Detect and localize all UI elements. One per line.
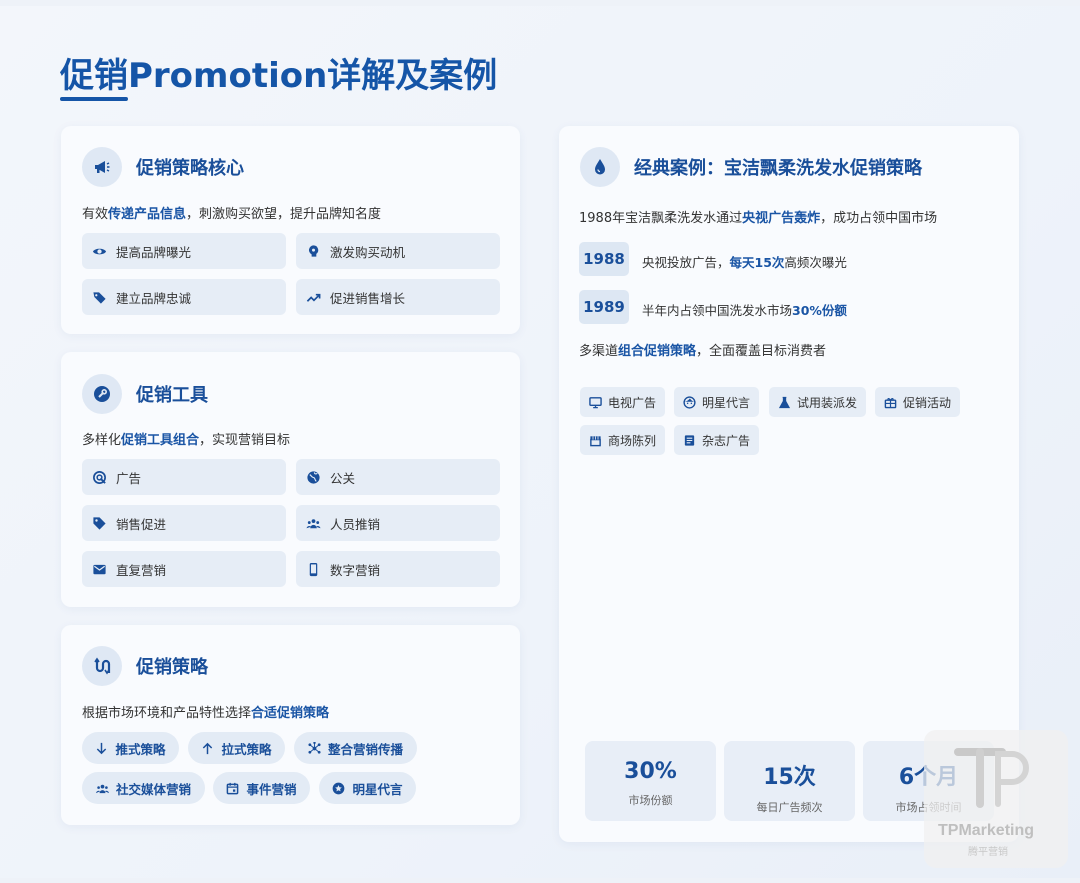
network-icon — [308, 741, 321, 754]
tv-icon — [589, 396, 602, 408]
stat-ad-frequency: 15次 每日广告频次 — [724, 741, 855, 821]
case-channels: 多渠道组合促销策略，全面覆盖目标消费者 — [579, 344, 827, 359]
case-tag-magazine: 杂志广告 — [674, 425, 759, 455]
strategy-pill-imc: 整合营销传播 — [294, 732, 417, 764]
globe-icon — [307, 470, 320, 484]
ad-icon — [93, 470, 106, 484]
tools-desc: 多样化促销工具组合，实现营销目标 — [82, 433, 291, 448]
tool-item-pr: 公关 — [296, 459, 500, 495]
case-title: 经典案例：宝洁飘柔洗发水促销策略 — [634, 158, 922, 179]
tool-item-digital: 数字营销 — [296, 551, 500, 587]
strategy-title: 促销策略 — [136, 657, 208, 678]
core-item-exposure: 提高品牌曝光 — [82, 233, 286, 269]
case-tag-tv: 电视广告 — [580, 387, 665, 417]
tags-icon — [93, 291, 106, 304]
users-icon — [95, 784, 109, 793]
case-intro: 1988年宝洁飘柔洗发水通过央视广告轰炸，成功占领中国市场 — [579, 211, 938, 226]
page-title: 促销Promotion详解及案例 — [60, 56, 498, 96]
core-card: 促销策略核心 有效传递产品信息，刺激购买欲望，提升品牌知名度 提高品牌曝光 激发… — [61, 126, 520, 334]
face-icon — [683, 395, 696, 409]
wrench-icon — [82, 374, 122, 414]
phone-icon — [309, 562, 318, 576]
tools-header: 促销工具 — [82, 374, 208, 414]
stat-value: 30% — [624, 759, 677, 784]
route-icon — [82, 646, 122, 686]
case-tag-display: 商场陈列 — [580, 425, 665, 455]
gift-icon — [884, 397, 897, 408]
core-title: 促销策略核心 — [136, 158, 244, 179]
core-item-growth: 促进销售增长 — [296, 279, 500, 315]
tools-card: 促销工具 多样化促销工具组合，实现营销目标 广告 公关 销售促进 人员推销 直复… — [61, 352, 520, 607]
megaphone-icon — [82, 147, 122, 187]
tp-logo-icon — [954, 748, 1029, 808]
case-header: 经典案例：宝洁飘柔洗发水促销策略 — [580, 147, 922, 187]
tag-icon — [93, 516, 106, 530]
arrow-down-icon — [97, 742, 107, 754]
trend-up-icon — [306, 293, 321, 302]
strategy-card: 促销策略 根据市场环境和产品特性选择合适促销策略 推式策略 拉式策略 整合营销传… — [61, 625, 520, 825]
core-item-loyalty: 建立品牌忠诚 — [82, 279, 286, 315]
title-underline — [60, 97, 128, 101]
mail-icon — [93, 564, 106, 574]
arrow-up-icon — [203, 742, 213, 754]
stat-label: 市场份额 — [628, 794, 673, 807]
stat-market-share: 30% 市场份额 — [585, 741, 716, 821]
tool-item-personal-selling: 人员推销 — [296, 505, 500, 541]
strategy-header: 促销策略 — [82, 646, 208, 686]
store-icon — [590, 435, 601, 446]
magazine-icon — [684, 434, 695, 446]
core-desc: 有效传递产品信息，刺激购买欲望，提升品牌知名度 — [82, 207, 382, 222]
brain-icon — [308, 244, 319, 257]
strategy-pill-push: 推式策略 — [82, 732, 179, 764]
strategy-desc: 根据市场环境和产品特性选择合适促销策略 — [82, 706, 330, 721]
tool-item-sales-promo: 销售促进 — [82, 505, 286, 541]
strategy-pill-social: 社交媒体营销 — [82, 772, 205, 804]
tool-item-ad: 广告 — [82, 459, 286, 495]
droplet-icon — [580, 147, 620, 187]
watermark-logo: TPMarketing 腾平营销 — [924, 730, 1068, 868]
core-item-motivation: 激发购买动机 — [296, 233, 500, 269]
people-icon — [306, 518, 321, 528]
tools-title: 促销工具 — [136, 385, 208, 406]
strategy-pill-pull: 拉式策略 — [188, 732, 285, 764]
watermark-sub: 腾平营销 — [968, 847, 1008, 858]
stat-value: 15次 — [763, 765, 816, 790]
timeline-text-1988: 央视投放广告，每天15次高频次曝光 — [642, 255, 847, 270]
strategy-pill-celebrity: 明星代言 — [319, 772, 416, 804]
watermark-name: TPMarketing — [938, 822, 1035, 839]
eye-icon — [92, 248, 107, 254]
case-tag-promo: 促销活动 — [875, 387, 960, 417]
star-icon — [333, 782, 345, 794]
case-tag-celebrity: 明星代言 — [674, 387, 759, 417]
case-tag-samples: 试用装派发 — [769, 387, 866, 417]
stat-label: 每日广告频次 — [756, 801, 823, 814]
timeline-text-1989: 半年内占领中国洗发水市场30%份额 — [642, 303, 847, 318]
flask-icon — [778, 396, 791, 408]
timeline-year-1988: 1988 — [579, 242, 629, 276]
core-header: 促销策略核心 — [82, 147, 244, 187]
tool-item-direct: 直复营销 — [82, 551, 286, 587]
strategy-pill-event: 事件营销 — [213, 772, 310, 804]
calendar-icon — [227, 782, 239, 794]
timeline-year-1989: 1989 — [579, 290, 629, 324]
